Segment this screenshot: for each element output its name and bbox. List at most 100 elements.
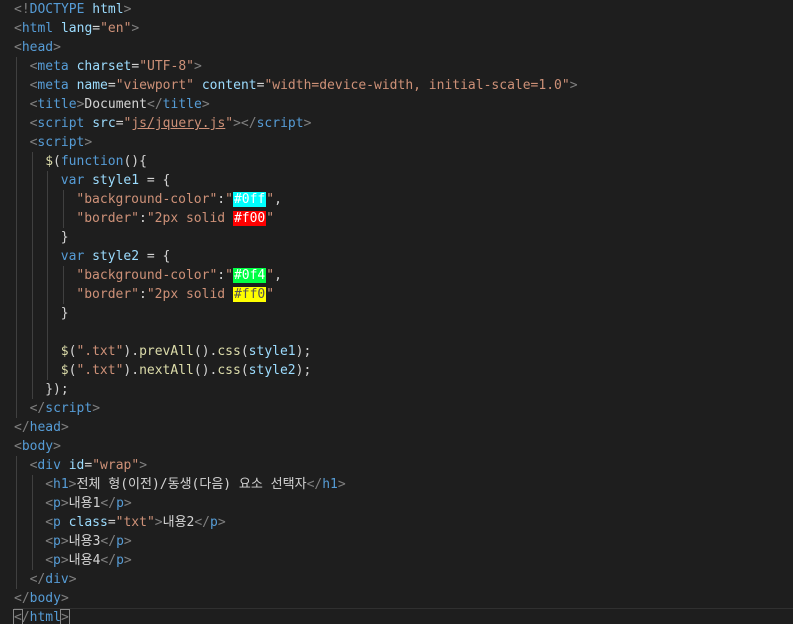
code-line[interactable]: <!DOCTYPE html> xyxy=(14,0,793,19)
code-line[interactable]: </script> xyxy=(14,399,793,418)
code-area[interactable]: <!DOCTYPE html> <html lang="en"> <head> <me… xyxy=(13,0,793,624)
code-token: p xyxy=(116,534,124,549)
code-line[interactable]: </html> xyxy=(13,608,793,624)
indent-guide xyxy=(31,513,33,532)
code-line[interactable]: }); xyxy=(14,380,793,399)
code-line-content: <script src="js/jquery.js"></script> xyxy=(30,116,312,131)
code-token: function xyxy=(60,154,124,169)
indent-guide xyxy=(16,551,17,570)
code-token: </ xyxy=(147,97,163,112)
code-token: </ xyxy=(14,420,30,435)
code-token: > xyxy=(303,116,312,131)
code-line[interactable]: <meta name="viewport" content="width=dev… xyxy=(14,76,793,95)
code-line[interactable]: <script> xyxy=(14,133,793,152)
code-token: html xyxy=(29,610,61,624)
indent-guide xyxy=(16,190,17,209)
code-editor[interactable]: <!DOCTYPE html> <html lang="en"> <head> <me… xyxy=(0,0,793,624)
code-line-content: </head> xyxy=(14,420,69,435)
code-line-content: <script> xyxy=(30,135,93,150)
code-token: : xyxy=(217,268,226,283)
code-line-content: <p class="txt">내용2</p> xyxy=(45,515,225,530)
code-token: " xyxy=(225,192,233,207)
indent-guide xyxy=(31,304,33,323)
code-line[interactable]: <head> xyxy=(14,38,793,57)
code-line[interactable]: $(function(){ xyxy=(14,152,793,171)
code-line[interactable]: <div id="wrap"> xyxy=(14,456,793,475)
code-line[interactable]: } xyxy=(14,228,793,247)
code-line[interactable]: <body> xyxy=(14,437,793,456)
code-token: script xyxy=(45,401,93,416)
indent-guide xyxy=(16,95,17,114)
code-token: > xyxy=(92,401,101,416)
code-line[interactable]: </div> xyxy=(14,570,793,589)
code-token: DOCTYPE xyxy=(29,2,85,17)
code-line[interactable]: <meta charset="UTF-8"> xyxy=(14,57,793,76)
indent-guide xyxy=(47,285,49,304)
indent-guide xyxy=(47,190,49,209)
code-token: = xyxy=(131,59,140,74)
indent-guide xyxy=(16,456,17,475)
code-line[interactable]: <p>내용3</p> xyxy=(14,532,793,551)
code-token: var xyxy=(60,173,85,188)
code-token: "2px solid xyxy=(146,287,233,302)
code-line[interactable]: } xyxy=(14,304,793,323)
code-line-content: "border":"2px solid #ff0" xyxy=(76,287,274,302)
code-line-content: </script> xyxy=(30,401,100,416)
code-token: < xyxy=(14,21,22,36)
indent-guide xyxy=(16,342,17,361)
code-line-content: "background-color":"#0ff", xyxy=(76,192,282,207)
code-line[interactable] xyxy=(14,323,793,342)
code-line[interactable]: </body> xyxy=(14,589,793,608)
code-line[interactable]: $(".txt").prevAll().css(style1); xyxy=(14,342,793,361)
indent-guide xyxy=(16,114,17,133)
code-line-content: var style1 = { xyxy=(61,173,171,188)
code-token: < xyxy=(14,439,22,454)
code-line[interactable]: $(".txt").nextAll().css(style2); xyxy=(14,361,793,380)
code-token: > xyxy=(569,78,578,93)
code-token: > xyxy=(60,496,69,511)
code-token: </ xyxy=(100,534,117,549)
code-token: ".txt" xyxy=(76,344,124,359)
code-line[interactable]: var style1 = { xyxy=(14,171,793,190)
code-line[interactable]: <h1>전체 형(이전)/동생(다음) 요소 선택자</h1> xyxy=(14,475,793,494)
code-line[interactable]: <html lang="en"> xyxy=(14,19,793,38)
code-token: $ xyxy=(60,344,69,359)
code-line[interactable]: "border":"2px solid #f00" xyxy=(14,209,793,228)
code-line[interactable]: "background-color":"#0f4", xyxy=(14,266,793,285)
code-token: style2 xyxy=(248,363,296,378)
code-token: < xyxy=(14,40,22,55)
code-line-content: $(".txt").prevAll().css(style1); xyxy=(61,344,312,359)
code-token: < xyxy=(45,515,54,530)
indent-guide xyxy=(16,475,17,494)
code-token: ".txt" xyxy=(76,363,124,378)
color-swatch-token: #ff0 xyxy=(232,287,267,302)
code-token: "background-color" xyxy=(76,268,218,283)
code-line-content: <head> xyxy=(14,40,61,55)
code-line[interactable]: var style2 = { xyxy=(14,247,793,266)
code-line[interactable]: <p class="txt">내용2</p> xyxy=(14,513,793,532)
code-line[interactable]: "border":"2px solid #ff0" xyxy=(14,285,793,304)
code-line[interactable]: </head> xyxy=(14,418,793,437)
code-token: : xyxy=(139,287,147,302)
indent-guide xyxy=(47,247,49,266)
indent-guide xyxy=(16,152,17,171)
code-line-content: "background-color":"#0f4", xyxy=(76,268,282,283)
code-line[interactable]: "background-color":"#0ff", xyxy=(14,190,793,209)
indent-guide xyxy=(16,570,17,589)
code-token: > xyxy=(68,572,77,587)
code-line[interactable]: <script src="js/jquery.js"></script> xyxy=(14,114,793,133)
code-line[interactable]: <p>내용1</p> xyxy=(14,494,793,513)
code-line[interactable]: <title>Document</title> xyxy=(14,95,793,114)
code-token: > xyxy=(60,534,69,549)
code-token: ( xyxy=(53,154,61,169)
color-swatch-token: #f00 xyxy=(232,211,267,226)
code-line-content: }); xyxy=(45,382,68,397)
code-token: $ xyxy=(45,154,54,169)
code-line[interactable]: <p>내용4</p> xyxy=(14,551,793,570)
code-token: ). xyxy=(123,363,140,378)
code-token: </ xyxy=(29,401,46,416)
indent-guide xyxy=(31,380,33,399)
